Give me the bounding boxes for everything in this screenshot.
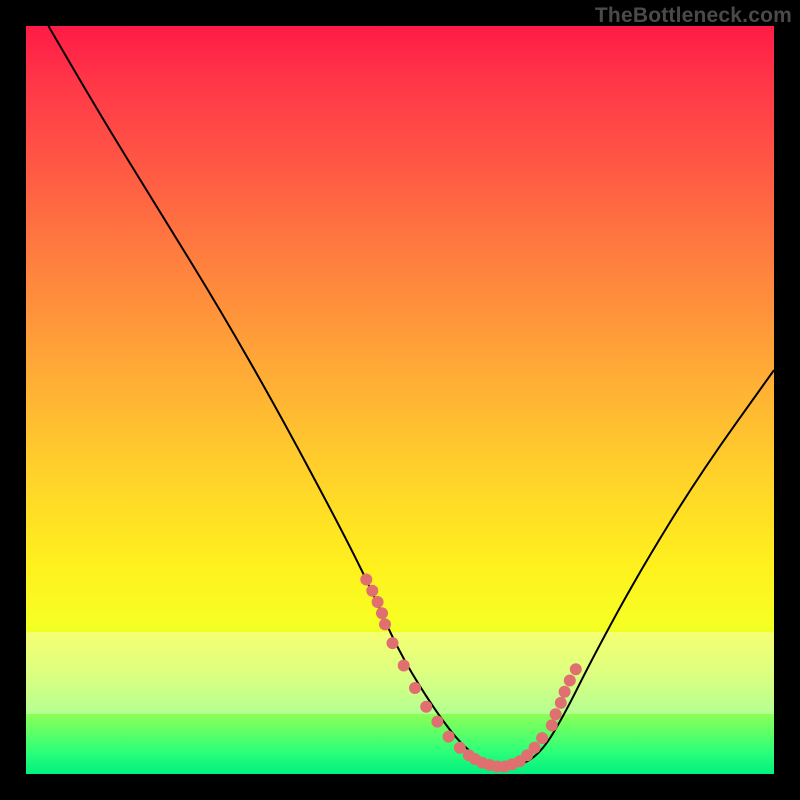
watermark-text: TheBottleneck.com bbox=[595, 4, 792, 28]
highlight-dot bbox=[521, 749, 533, 761]
highlight-dot bbox=[546, 719, 558, 731]
highlight-dot bbox=[476, 757, 488, 769]
highlight-dot bbox=[360, 574, 372, 586]
highlight-dot bbox=[454, 742, 466, 754]
chart-stage: TheBottleneck.com bbox=[0, 0, 800, 800]
highlight-dot bbox=[536, 732, 548, 744]
highlight-dot bbox=[376, 607, 388, 619]
highlight-dot bbox=[379, 618, 391, 630]
highlight-dot bbox=[372, 596, 384, 608]
highlight-dot bbox=[431, 716, 443, 728]
highlight-dot bbox=[366, 585, 378, 597]
highlight-dot bbox=[529, 742, 541, 754]
highlight-dot bbox=[491, 761, 503, 773]
highlight-dot bbox=[469, 753, 481, 765]
highlight-dot bbox=[514, 755, 526, 767]
highlight-dot bbox=[506, 758, 518, 770]
highlight-dot bbox=[443, 731, 455, 743]
pale-horizontal-band bbox=[26, 632, 774, 714]
highlight-dot bbox=[499, 761, 511, 773]
plot-area bbox=[26, 26, 774, 774]
highlight-dot bbox=[463, 749, 475, 761]
highlight-dot bbox=[484, 759, 496, 771]
